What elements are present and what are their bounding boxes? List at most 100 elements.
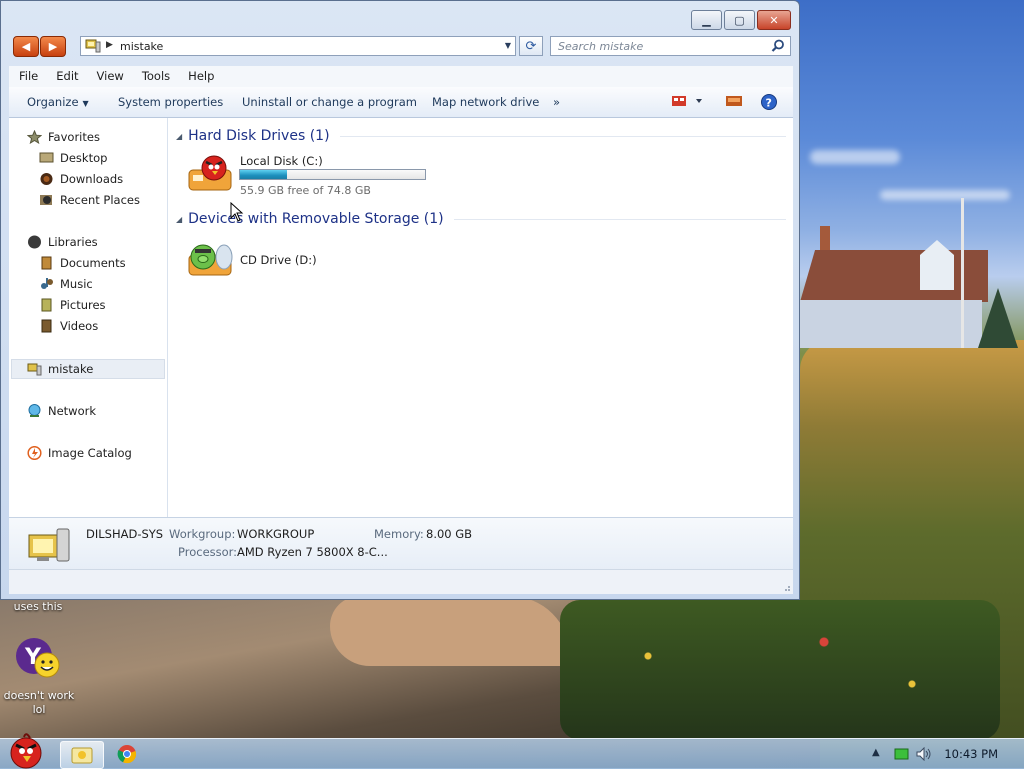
- preview-pane-icon: [726, 96, 742, 106]
- maximize-icon: ▢: [734, 13, 745, 27]
- group-divider: [453, 218, 786, 220]
- battery-icon[interactable]: [894, 747, 910, 761]
- window-controls: ▁ ▢ ✕: [691, 10, 791, 30]
- breadcrumb-chevron-icon[interactable]: ▶: [106, 40, 113, 50]
- menu-edit[interactable]: Edit: [46, 66, 86, 87]
- group-title-removable: Devices with Removable Storage (1): [188, 211, 444, 227]
- desktop-icon: [39, 152, 54, 163]
- uninstall-program-button[interactable]: Uninstall or change a program: [242, 95, 417, 109]
- flag-pole: [961, 198, 964, 348]
- organize-button[interactable]: Organize ▼: [27, 95, 89, 109]
- music-icon: [41, 278, 53, 289]
- memory-value: 8.00 GB: [426, 527, 473, 541]
- system-properties-button[interactable]: System properties: [118, 95, 223, 109]
- group-title-hard-disk: Hard Disk Drives (1): [188, 128, 330, 144]
- view-icon: [672, 96, 702, 106]
- maximize-button[interactable]: ▢: [724, 10, 755, 30]
- nav-documents-label: Documents: [60, 256, 126, 270]
- desktop-label-bottom: doesn't work lol: [3, 689, 75, 716]
- taskbar-explorer-button[interactable]: [60, 741, 104, 769]
- change-view-button[interactable]: [671, 94, 703, 111]
- forward-arrow-icon: ▶: [48, 40, 58, 53]
- menu-help[interactable]: Help: [178, 66, 222, 87]
- nav-desktop-label: Desktop: [60, 151, 108, 165]
- nav-libraries-label: Libraries: [48, 235, 98, 249]
- help-button[interactable]: ?: [761, 94, 777, 113]
- breadcrumb-computer[interactable]: mistake: [120, 40, 163, 53]
- collapse-triangle-icon[interactable]: ◢: [176, 132, 182, 141]
- search-icon[interactable]: [771, 39, 785, 53]
- recent-places-icon: [40, 195, 52, 205]
- menu-file[interactable]: File: [9, 66, 46, 87]
- show-hidden-icons-icon[interactable]: ▲: [872, 747, 880, 758]
- videos-icon: [41, 319, 52, 333]
- nav-videos-label: Videos: [60, 319, 99, 333]
- nav-music[interactable]: Music: [39, 275, 93, 293]
- close-button[interactable]: ✕: [757, 10, 791, 30]
- menu-view[interactable]: View: [87, 66, 132, 87]
- navigation-pane: Favorites Desktop Downloads Recent Place…: [9, 118, 168, 517]
- status-bar: [9, 569, 793, 594]
- refresh-button[interactable]: ⟳: [519, 36, 543, 56]
- menu-tools[interactable]: Tools: [132, 66, 178, 87]
- nav-desktop[interactable]: Desktop: [39, 149, 107, 167]
- nav-pictures[interactable]: Pictures: [39, 296, 106, 314]
- drive-c-name: Local Disk (C:): [240, 154, 323, 168]
- image-catalog-icon: [27, 446, 42, 460]
- yahoo-messenger-icon[interactable]: Y: [14, 636, 60, 680]
- computer-icon: [85, 39, 101, 53]
- back-button[interactable]: ◀: [13, 36, 39, 57]
- taskbar: ▲ 10:43 PM: [0, 733, 1024, 769]
- preview-pane-button[interactable]: [725, 94, 743, 111]
- volume-icon[interactable]: [916, 747, 932, 761]
- chrome-icon: [117, 745, 137, 764]
- address-dropdown-icon[interactable]: ▼: [505, 41, 511, 50]
- group-header-removable[interactable]: ◢ Devices with Removable Storage (1): [176, 209, 786, 229]
- search-input[interactable]: Search mistake: [550, 36, 791, 56]
- cloud: [880, 190, 1010, 200]
- minimize-button[interactable]: ▁: [691, 10, 722, 30]
- group-divider: [339, 135, 786, 137]
- workgroup-label: Workgroup:: [169, 527, 236, 541]
- libraries-icon: [28, 235, 41, 249]
- explorer-icon: [71, 747, 93, 764]
- taskbar-chrome-button[interactable]: [106, 741, 148, 767]
- network-icon: [28, 404, 41, 417]
- chevron-down-icon: ▼: [82, 99, 89, 108]
- content-pane: ◢ Hard Disk Drives (1) Local Disk (C:) 5…: [168, 118, 793, 517]
- nav-documents[interactable]: Documents: [39, 254, 126, 272]
- flowers: [560, 600, 1000, 740]
- nav-videos[interactable]: Videos: [39, 317, 98, 335]
- details-pane: DILSHAD-SYS Workgroup: WORKGROUP Memory:…: [9, 517, 793, 570]
- rock: [330, 596, 570, 666]
- search-placeholder: Search mistake: [558, 40, 644, 53]
- nav-libraries[interactable]: Libraries: [27, 233, 98, 251]
- collapse-triangle-icon[interactable]: ◢: [176, 215, 182, 224]
- computer-name: DILSHAD-SYS: [86, 527, 164, 541]
- workgroup-value: WORKGROUP: [237, 527, 315, 541]
- more-commands-button[interactable]: »: [553, 95, 560, 109]
- nav-favorites-label: Favorites: [48, 130, 100, 144]
- resize-grip-icon[interactable]: [781, 582, 791, 592]
- angry-bird-disk-icon: [188, 155, 232, 191]
- system-clock[interactable]: 10:43 PM: [944, 747, 998, 761]
- start-button-angry-bird-icon[interactable]: [2, 733, 50, 769]
- nav-recent-places[interactable]: Recent Places: [39, 191, 140, 209]
- nav-recent-places-label: Recent Places: [60, 193, 140, 207]
- nav-favorites[interactable]: Favorites: [27, 128, 100, 146]
- forward-button[interactable]: ▶: [40, 36, 66, 57]
- mouse-cursor-icon: [230, 202, 244, 222]
- nav-downloads-label: Downloads: [60, 172, 124, 186]
- nav-downloads[interactable]: Downloads: [39, 170, 123, 188]
- close-icon: ✕: [769, 13, 779, 27]
- map-network-drive-button[interactable]: Map network drive: [432, 95, 539, 109]
- drive-c-usage-fill: [240, 170, 287, 179]
- nav-pictures-label: Pictures: [60, 298, 106, 312]
- group-header-hard-disk[interactable]: ◢ Hard Disk Drives (1): [176, 126, 786, 146]
- explorer-window: ▁ ▢ ✕ ◀ ▶ ▶ mistake ▼ ⟳ Search mistake F…: [0, 0, 800, 600]
- command-bar: Organize ▼ System properties Uninstall or…: [9, 87, 793, 118]
- nav-network[interactable]: Network: [27, 402, 96, 420]
- nav-image-catalog[interactable]: Image Catalog: [27, 444, 132, 462]
- address-bar[interactable]: ▶ mistake ▼: [80, 36, 516, 56]
- nav-computer[interactable]: mistake: [27, 360, 93, 378]
